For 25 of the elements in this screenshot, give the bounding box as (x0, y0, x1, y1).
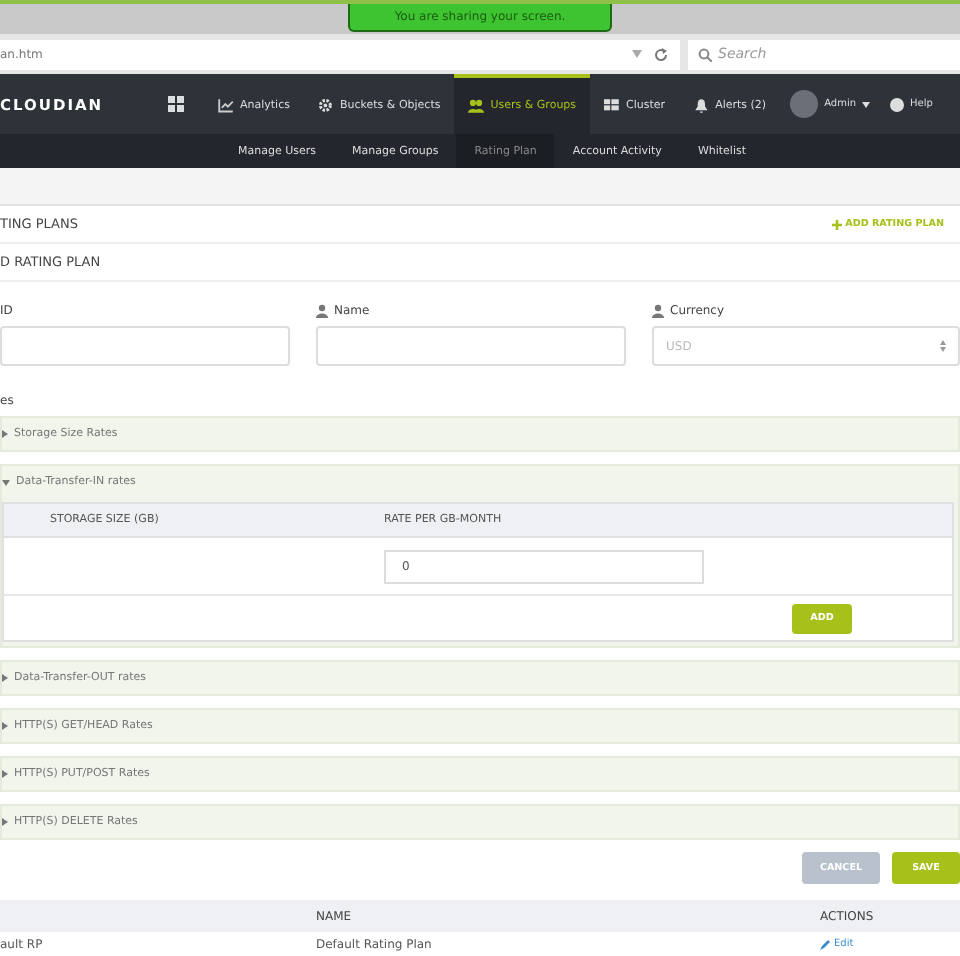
caret-icon (862, 101, 870, 107)
spinner-icon (940, 340, 946, 352)
users-icon (468, 98, 485, 114)
user-icon (652, 303, 664, 317)
caret-right-icon (2, 430, 8, 438)
grid-icon (604, 98, 621, 114)
search-icon (698, 47, 712, 61)
grid-icon[interactable] (168, 96, 184, 112)
help-icon (890, 97, 904, 111)
bell-icon (693, 98, 710, 114)
plus-icon (831, 219, 842, 229)
reload-icon[interactable] (654, 47, 668, 61)
gear-icon (317, 98, 334, 114)
input-field[interactable] (0, 326, 290, 366)
caret-right-icon (2, 770, 8, 778)
pencil-icon (820, 939, 830, 949)
user-icon (316, 303, 328, 317)
chart-icon (218, 98, 234, 114)
caret-right-icon (2, 722, 8, 730)
caret-down-icon (2, 479, 10, 485)
input-field[interactable] (316, 326, 626, 366)
avatar-icon (790, 90, 819, 118)
caret-right-icon (2, 818, 8, 826)
dropdown-icon[interactable] (632, 50, 642, 58)
caret-right-icon (2, 674, 8, 682)
